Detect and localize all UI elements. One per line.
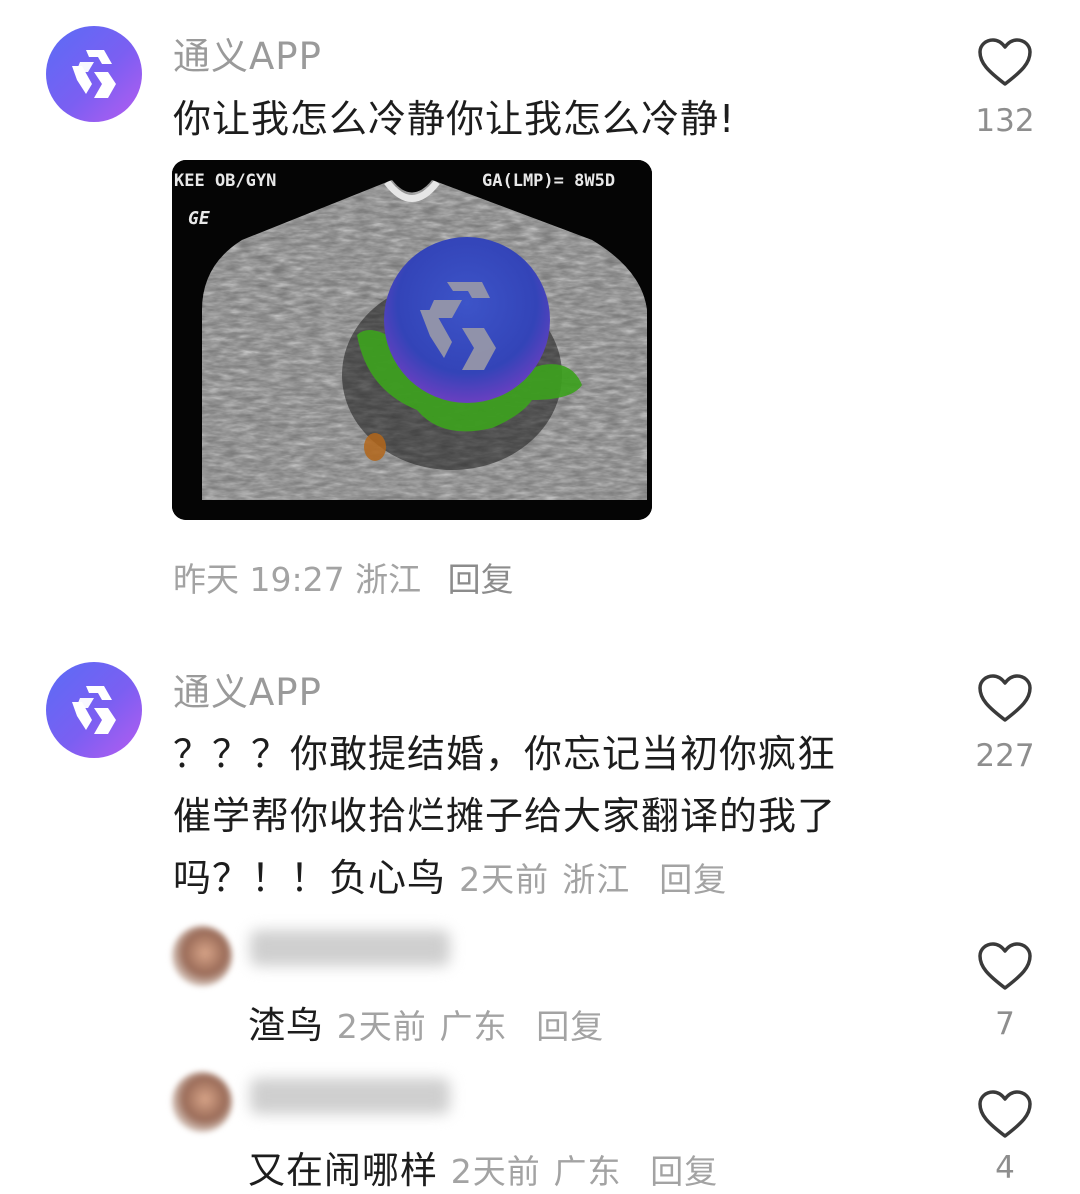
tongyi-logo-icon bbox=[72, 50, 116, 98]
like-count: 132 bbox=[975, 103, 1035, 139]
reply-button[interactable]: 回复 bbox=[536, 1007, 604, 1046]
comment-location: 浙江 bbox=[355, 560, 422, 599]
comment-text-line: ？？？你敢提结婚，你忘记当初你疯狂 bbox=[173, 732, 837, 776]
comment-text: ？？？你敢提结婚，你忘记当初你疯狂 催学帮你收拾烂摊子给大家翻译的我了 吗？！！… bbox=[173, 723, 933, 911]
ultrasound-image: KEE OB/GYN GA(LMP)= 8W5D GE bbox=[172, 160, 652, 520]
comment-text: 你让我怎么冷静你让我怎么冷静! bbox=[173, 97, 736, 141]
comment-meta: 昨天 19:27 浙江 回复 bbox=[173, 553, 514, 601]
image-overlay-right: GA(LMP)= 8W5D bbox=[482, 171, 615, 191]
reply-avatar[interactable] bbox=[172, 926, 232, 986]
reply-username-blurred bbox=[250, 1078, 450, 1114]
image-overlay-logo: GE bbox=[188, 208, 210, 229]
reply-location: 广东 bbox=[439, 1007, 508, 1046]
reply-button[interactable]: 回复 bbox=[448, 560, 514, 599]
like-count: 4 bbox=[995, 1150, 1015, 1186]
comment-location: 浙江 bbox=[562, 860, 631, 899]
comment-time: 2天前 bbox=[459, 860, 550, 899]
like-button[interactable] bbox=[976, 1088, 1034, 1140]
comment-username[interactable]: 通义APP bbox=[173, 26, 322, 80]
heart-outline-icon bbox=[978, 942, 1032, 990]
heart-outline-icon bbox=[978, 674, 1032, 722]
reply-button[interactable]: 回复 bbox=[650, 1152, 718, 1191]
reply-row: 渣鸟 2天前 广东 回复 bbox=[248, 995, 604, 1049]
avatar[interactable] bbox=[46, 26, 142, 122]
like-button[interactable] bbox=[976, 36, 1034, 88]
reply-time: 2天前 bbox=[336, 1007, 427, 1046]
comment-time: 昨天 19:27 bbox=[173, 560, 345, 599]
reply-text: 渣鸟 bbox=[248, 1004, 324, 1047]
comment-text-line: 吗？！！负心鸟 bbox=[173, 856, 447, 900]
reply-username-blurred bbox=[250, 930, 450, 966]
like-button[interactable] bbox=[976, 940, 1034, 992]
like-count: 7 bbox=[995, 1006, 1015, 1042]
comment-image[interactable]: KEE OB/GYN GA(LMP)= 8W5D GE bbox=[172, 160, 652, 520]
like-count: 227 bbox=[975, 738, 1035, 774]
heart-outline-icon bbox=[978, 1090, 1032, 1138]
comment-text-line: 催学帮你收拾烂摊子给大家翻译的我了 bbox=[173, 794, 837, 838]
heart-outline-icon bbox=[978, 38, 1032, 86]
reply-time: 2天前 bbox=[450, 1152, 541, 1191]
avatar[interactable] bbox=[46, 662, 142, 758]
reply-button[interactable]: 回复 bbox=[659, 860, 727, 899]
reply-avatar[interactable] bbox=[172, 1072, 232, 1132]
image-overlay-left: KEE OB/GYN bbox=[174, 171, 276, 191]
reply-text: 又在闹哪样 bbox=[248, 1149, 438, 1192]
reply-location: 广东 bbox=[553, 1152, 622, 1191]
like-button[interactable] bbox=[976, 672, 1034, 724]
tongyi-logo-icon bbox=[72, 686, 116, 734]
reply-row: 又在闹哪样 2天前 广东 回复 bbox=[248, 1140, 718, 1194]
comment-username[interactable]: 通义APP bbox=[173, 662, 322, 716]
